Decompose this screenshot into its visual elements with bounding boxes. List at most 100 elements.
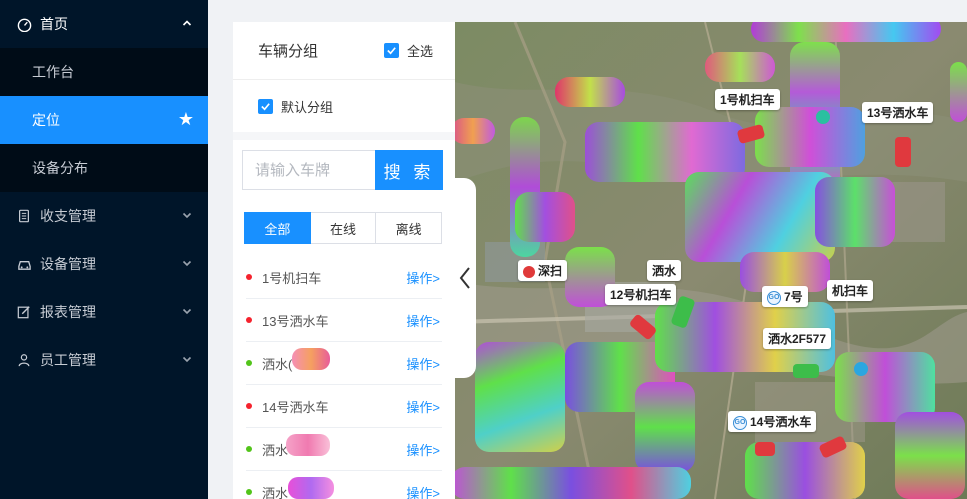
menu-staff[interactable]: 员工管理 bbox=[0, 336, 208, 384]
sub-item-workbench[interactable]: 工作台 bbox=[0, 48, 208, 96]
sub-item-label: 定位 bbox=[32, 112, 60, 128]
menu-label: 收支管理 bbox=[40, 208, 96, 224]
checkbox-checked-icon bbox=[383, 43, 399, 58]
chevron-down-icon bbox=[182, 258, 192, 271]
list-item[interactable]: 14号洒水车 操作> bbox=[246, 385, 442, 428]
mosaic-blob bbox=[751, 22, 941, 42]
sub-item-location[interactable]: 定位 ★ bbox=[0, 96, 208, 144]
map-label[interactable]: 深扫 bbox=[518, 260, 568, 281]
menu-device[interactable]: 设备管理 bbox=[0, 240, 208, 288]
vehicle-name-text: 洒水( bbox=[262, 356, 293, 372]
list-item[interactable]: 13号洒水车 操作> bbox=[246, 299, 442, 342]
menu-label: 报表管理 bbox=[40, 304, 96, 320]
vehicle-marker[interactable] bbox=[755, 442, 775, 456]
dashboard-icon bbox=[16, 16, 32, 32]
redacted-blob bbox=[292, 347, 330, 370]
plate-search: 搜 索 bbox=[242, 150, 455, 190]
car-icon bbox=[16, 256, 32, 272]
list-item[interactable]: 洒水 操作> bbox=[246, 471, 442, 499]
mosaic-blob bbox=[685, 172, 835, 262]
menu-label: 员工管理 bbox=[40, 352, 96, 368]
map-label-text: 14号洒水车 bbox=[750, 415, 812, 429]
menu-report[interactable]: 报表管理 bbox=[0, 288, 208, 336]
vehicle-marker[interactable] bbox=[793, 364, 819, 378]
submenu-home: 工作台 定位 ★ 设备分布 bbox=[0, 48, 208, 192]
group-header: 车辆分组 全选 bbox=[233, 22, 455, 80]
mosaic-blob bbox=[515, 192, 575, 242]
tab-online[interactable]: 在线 bbox=[310, 212, 377, 244]
vehicle-name: 洒水 bbox=[262, 476, 406, 499]
vehicle-list: 1号机扫车 操作> 13号洒水车 操作> 洒水( 操作> 14号洒水车 操作> bbox=[233, 256, 455, 499]
edit-icon bbox=[16, 304, 32, 320]
map-label[interactable]: GO 7号 bbox=[762, 286, 808, 307]
mosaic-blob bbox=[815, 177, 895, 247]
plate-search-input[interactable] bbox=[242, 150, 375, 190]
operate-link[interactable]: 操作> bbox=[406, 483, 440, 499]
vehicle-name: 13号洒水车 bbox=[262, 313, 329, 329]
default-group-checkbox[interactable]: 默认分组 bbox=[233, 80, 455, 140]
chevron-down-icon bbox=[182, 354, 192, 367]
map-label[interactable]: 机扫车 bbox=[827, 280, 874, 301]
search-button[interactable]: 搜 索 bbox=[375, 150, 443, 190]
vehicle-name-text: 洒水 bbox=[262, 442, 289, 458]
vehicle-name: 14号洒水车 bbox=[262, 399, 329, 415]
mosaic-blob bbox=[635, 382, 695, 472]
map-label-text: 7号 bbox=[784, 290, 803, 304]
map-label-text: 深扫 bbox=[538, 264, 563, 278]
menu-label: 设备管理 bbox=[40, 256, 96, 272]
map-label[interactable]: 洒水 bbox=[647, 260, 682, 281]
default-group-label: 默认分组 bbox=[281, 99, 334, 115]
go-badge-icon: GO bbox=[733, 415, 747, 430]
main-content: 车辆分组 全选 默认分组 搜 索 全部 在线 离线 bbox=[208, 0, 967, 499]
select-all-checkbox[interactable]: 全选 bbox=[383, 41, 433, 60]
sidebar: 首页 工作台 定位 ★ 设备分布 收支管理 设备管理 报表管理 员工管理 bbox=[0, 0, 208, 499]
list-item[interactable]: 洒水( 操作> bbox=[246, 342, 442, 385]
no-entry-icon bbox=[523, 265, 535, 278]
map-label[interactable]: 13号洒水车 bbox=[862, 102, 934, 123]
status-dot bbox=[246, 489, 252, 495]
location-pin-icon[interactable] bbox=[854, 362, 868, 376]
go-badge-icon: GO bbox=[767, 290, 781, 305]
map-label[interactable]: GO 14号洒水车 bbox=[728, 411, 817, 432]
sub-item-label: 设备分布 bbox=[32, 160, 88, 176]
status-tabs: 全部 在线 离线 bbox=[244, 212, 443, 244]
document-icon bbox=[16, 208, 32, 224]
vehicle-panel: 车辆分组 全选 默认分组 搜 索 全部 在线 离线 bbox=[233, 22, 455, 499]
vehicle-name: 1号机扫车 bbox=[262, 270, 322, 286]
list-item[interactable]: 1号机扫车 操作> bbox=[246, 256, 442, 299]
tab-all[interactable]: 全部 bbox=[244, 212, 311, 244]
status-dot bbox=[246, 403, 252, 409]
list-item[interactable]: 洒水 操作> bbox=[246, 428, 442, 471]
location-pin-icon[interactable] bbox=[816, 110, 830, 124]
map-label[interactable]: 12号机扫车 bbox=[605, 284, 677, 305]
map-label[interactable]: 洒水2F577 bbox=[763, 328, 832, 349]
mosaic-blob bbox=[755, 107, 865, 167]
operate-link[interactable]: 操作> bbox=[406, 397, 440, 416]
menu-home[interactable]: 首页 bbox=[0, 0, 208, 48]
operate-link[interactable]: 操作> bbox=[406, 354, 440, 373]
satellite-map[interactable]: 1号机扫车 13号洒水车 深扫 洒水 12号机扫车 GO 7号 机扫车 洒水2F5… bbox=[455, 22, 967, 499]
status-dot bbox=[246, 274, 252, 280]
sub-item-device-distribution[interactable]: 设备分布 bbox=[0, 144, 208, 192]
app-root: 首页 工作台 定位 ★ 设备分布 收支管理 设备管理 报表管理 员工管理 车辆分… bbox=[0, 0, 967, 499]
vehicle-name: 洒水 bbox=[262, 433, 406, 459]
redacted-blob bbox=[286, 433, 330, 456]
map-label[interactable]: 1号机扫车 bbox=[715, 89, 780, 110]
mosaic-blob bbox=[705, 52, 775, 82]
mosaic-blob bbox=[455, 467, 691, 499]
operate-link[interactable]: 操作> bbox=[406, 440, 440, 459]
vehicle-marker[interactable] bbox=[895, 137, 911, 167]
chevron-down-icon bbox=[182, 306, 192, 319]
vehicle-name: 洒水( bbox=[262, 347, 406, 373]
operate-link[interactable]: 操作> bbox=[406, 311, 440, 330]
chevron-down-icon bbox=[182, 210, 192, 223]
operate-link[interactable]: 操作> bbox=[406, 268, 440, 287]
status-dot bbox=[246, 317, 252, 323]
menu-finance[interactable]: 收支管理 bbox=[0, 192, 208, 240]
tab-offline[interactable]: 离线 bbox=[376, 212, 443, 244]
star-icon[interactable]: ★ bbox=[178, 109, 194, 130]
status-dot bbox=[246, 446, 252, 452]
collapse-panel-handle[interactable] bbox=[454, 178, 476, 378]
menu-home-label: 首页 bbox=[40, 16, 68, 32]
sub-item-label: 工作台 bbox=[32, 64, 74, 80]
